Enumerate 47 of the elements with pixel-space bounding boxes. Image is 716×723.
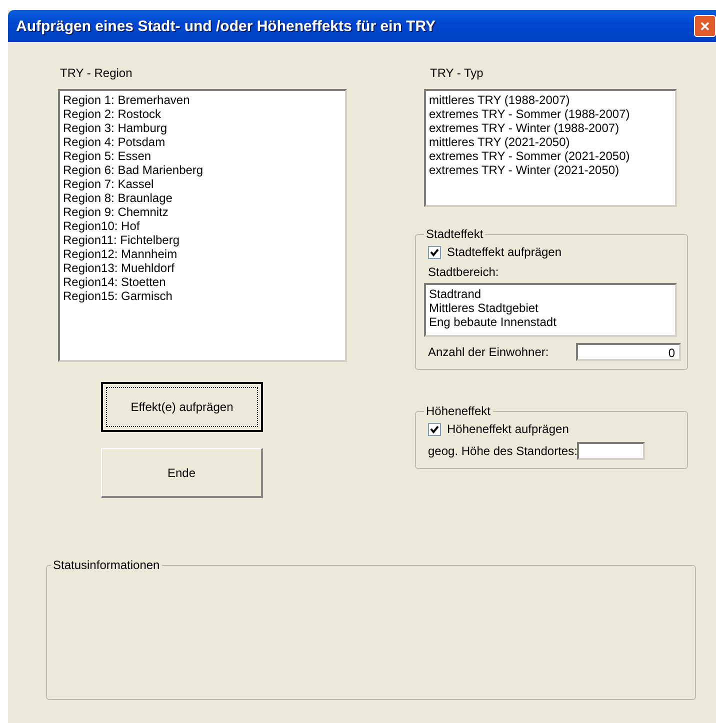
type-list[interactable]: mittleres TRY (1988-2007) extremes TRY - Sommer (1988-2007) extremes TRY - Winter (1988-2007) mittleres TRY (2021-2050) extremes TRY - Sommer (2021-2050) extremes TRY - Winter (2021-2050) — [424, 89, 677, 207]
checkbox-label[interactable]: Höheneffekt aufprägen — [447, 422, 569, 436]
dialog-button[interactable]: Effekt(e) aufprägen — [101, 382, 263, 432]
dialog-button[interactable]: Ende — [101, 448, 263, 498]
list-item[interactable]: Region10: Hof — [63, 219, 342, 233]
district-list[interactable]: Stadtrand Mittleres Stadtgebiet Eng bebaute Innenstadt — [424, 283, 677, 337]
list-item[interactable]: Region 8: Braunlage — [63, 191, 342, 205]
list-item[interactable]: Stadtrand — [429, 287, 672, 301]
checkbox[interactable] — [428, 246, 441, 258]
checkmark-icon — [430, 248, 439, 256]
list-item[interactable]: Region 7: Kassel — [63, 177, 342, 191]
list-item[interactable]: extremes TRY - Winter (2021-2050) — [429, 163, 672, 177]
region-label: TRY - Region — [60, 66, 134, 80]
district-label: Stadtbereich: — [428, 265, 500, 279]
list-item[interactable]: Eng bebaute Innenstadt — [429, 315, 672, 329]
list-item[interactable]: Region 4: Potsdam — [63, 135, 342, 149]
list-item[interactable]: Region 9: Chemnitz — [63, 205, 342, 219]
list-item[interactable]: Region14: Stoetten — [63, 275, 342, 289]
list-item[interactable]: Region13: Muehldorf — [63, 261, 342, 275]
altitude-field[interactable] — [577, 442, 646, 460]
list-item[interactable]: mittleres TRY (1988-2007) — [429, 93, 672, 107]
list-item[interactable]: extremes TRY - Sommer (1988-2007) — [429, 107, 672, 121]
window-title: Aufprägen eines Stadt- und /oder Höheneffekts für ein TRY — [16, 18, 436, 34]
checkbox[interactable] — [428, 422, 441, 436]
list-item[interactable]: Region 6: Bad Marienberg — [63, 163, 342, 177]
list-item[interactable]: mittleres TRY (2021-2050) — [429, 135, 672, 149]
group-title: Stadteffekt — [425, 227, 484, 241]
close-button[interactable]: ✕ — [694, 15, 716, 37]
checkmark-icon — [430, 424, 439, 434]
group-title: Statusinformationen — [52, 558, 161, 572]
list-item[interactable]: Region11: Fichtelberg — [63, 233, 342, 247]
checkbox-label[interactable]: Stadteffekt aufprägen — [447, 245, 562, 259]
altitude-label: geog. Höhe des Standortes: — [428, 444, 578, 458]
group-title: Höheneffekt — [425, 404, 492, 418]
list-item[interactable]: Region 2: Rostock — [63, 107, 342, 121]
list-item[interactable]: extremes TRY - Sommer (2021-2050) — [429, 149, 672, 163]
list-item[interactable]: Region 3: Hamburg — [63, 121, 342, 135]
region-list[interactable] — [58, 89, 347, 362]
list-item[interactable]: Region15: Garmisch — [63, 289, 342, 303]
list-item[interactable]: Mittleres Stadtgebiet — [429, 301, 672, 315]
list-item[interactable]: Region12: Mannheim — [63, 247, 342, 261]
inhabitants-label: Anzahl der Einwohner: — [428, 345, 549, 359]
list-item[interactable]: Region 1: Bremerhaven — [63, 93, 342, 107]
type-label: TRY - Typ — [430, 66, 484, 80]
inhabitants-field[interactable]: 0 — [576, 343, 681, 361]
list-item[interactable]: extremes TRY - Winter (1988-2007) — [429, 121, 672, 135]
list-item[interactable]: Region 5: Essen — [63, 149, 342, 163]
